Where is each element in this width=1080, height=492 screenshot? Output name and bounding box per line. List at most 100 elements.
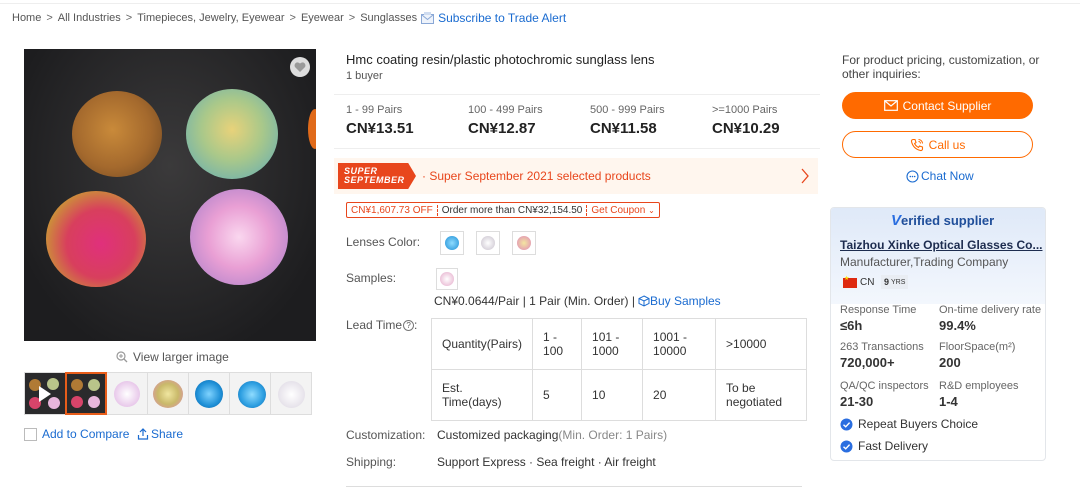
thumbnail-white-lens[interactable]: [270, 372, 312, 415]
get-coupon-button[interactable]: Get Coupon ⌄: [586, 204, 658, 216]
metric-transactions: 263 Transactions 720,000+: [840, 341, 924, 370]
breadcrumb-timepieces[interactable]: Timepieces, Jewelry, Eyewear: [137, 12, 284, 24]
thumb-lens: [71, 396, 83, 408]
quantity-cell: 1001 - 10000: [642, 318, 717, 370]
swatch-lens: [517, 236, 531, 250]
metric-value: 99.4%: [939, 318, 976, 333]
time-header: Est. Time(days): [430, 369, 534, 421]
breadcrumb-eyewear[interactable]: Eyewear: [301, 12, 344, 24]
years-badge: 9 YRS: [881, 275, 909, 289]
metric-label: FloorSpace(m²): [939, 341, 1016, 353]
metric-value: 200: [939, 355, 961, 370]
lead-time-label: Lead Time?:: [346, 318, 417, 332]
share-link[interactable]: Share: [137, 427, 183, 441]
breadcrumb-all-industries[interactable]: All Industries: [58, 12, 121, 24]
coupon-tag[interactable]: CN¥1,607.73 OFF Order more than CN¥32,15…: [346, 202, 660, 218]
quantity-cell: 101 - 1000: [581, 318, 644, 370]
lens-orange-edge-image: [308, 109, 316, 149]
tier-price: CN¥12.87: [468, 120, 536, 137]
lens-amber-image: [72, 91, 162, 177]
chevron-down-icon: ⌄: [648, 205, 655, 215]
metric-label: Response Time: [840, 304, 917, 316]
thumbnail-video[interactable]: [24, 372, 66, 415]
metric-value: 21-30: [840, 394, 874, 409]
thumbnail-main[interactable]: [65, 372, 107, 415]
compare-label: Add to Compare: [42, 427, 130, 441]
call-us-button[interactable]: Call us: [842, 131, 1033, 158]
lens-green-image: [186, 89, 278, 179]
color-swatch-blue[interactable]: [440, 231, 464, 255]
breadcrumb-sunglasses[interactable]: Sunglasses: [360, 12, 417, 24]
sample-swatch[interactable]: [436, 268, 458, 290]
promo-text: · Super September 2021 selected products: [422, 169, 651, 183]
metric-label: On-time delivery rate: [939, 304, 1042, 316]
thumb-lens: [88, 396, 100, 408]
subscribe-trade-alert[interactable]: Subscribe to Trade Alert: [421, 11, 566, 25]
metric-value: 1-4: [939, 394, 958, 409]
verified-supplier-card: Verified supplier Taizhou Xinke Optical …: [830, 207, 1046, 461]
metric-rd-employees: R&D employees 1-4: [939, 380, 1018, 409]
view-larger-image[interactable]: View larger image: [116, 350, 229, 364]
favorite-heart-icon[interactable]: [290, 57, 310, 77]
thumbnail-pink-lens[interactable]: [106, 372, 148, 415]
price-tier: 1 - 99 Pairs CN¥13.51: [346, 104, 468, 137]
price-tier: 500 - 999 Pairs CN¥11.58: [590, 104, 712, 137]
metric-label: 263 Transactions: [840, 341, 924, 353]
metric-value: ≤6h: [840, 318, 863, 333]
chevron-right-icon: [801, 168, 809, 184]
product-title: Hmc coating resin/plastic photochromic s…: [346, 52, 655, 67]
breadcrumb-separator: >: [348, 12, 356, 24]
tier-quantity: >=1000 Pairs: [712, 104, 778, 116]
price-tier: >=1000 Pairs CN¥10.29: [712, 104, 834, 137]
lead-time-table: Quantity(Pairs) 1 - 100 101 - 1000 1001 …: [430, 318, 808, 421]
add-to-compare[interactable]: Add to Compare: [24, 427, 129, 441]
buyer-count: 1 buyer: [346, 70, 383, 82]
tier-price: CN¥11.58: [590, 120, 657, 137]
samples-label: Samples:: [346, 271, 397, 285]
verified-v-logo: V: [891, 211, 902, 229]
customization-value: Customized packaging(Min. Order: 1 Pairs…: [437, 428, 667, 442]
cube-icon: [638, 295, 650, 307]
breadcrumb-separator: >: [289, 12, 296, 24]
feature-fast-delivery: Fast Delivery: [840, 439, 928, 453]
lens-pink-image: [190, 189, 288, 285]
thumbnail-strip: [24, 372, 312, 415]
thumb-lens: [71, 379, 83, 391]
subscribe-label: Subscribe to Trade Alert: [438, 11, 567, 25]
chat-now-link[interactable]: Chat Now: [906, 169, 974, 183]
feature-label: Repeat Buyers Choice: [858, 417, 979, 431]
customization-note: (Min. Order: 1 Pairs): [558, 428, 668, 442]
color-swatch-white[interactable]: [476, 231, 500, 255]
metric-label: R&D employees: [939, 380, 1019, 392]
thumbnail-blue-lens[interactable]: [188, 372, 230, 415]
verified-supplier-badge[interactable]: Verified supplier: [887, 211, 998, 229]
breadcrumb-home[interactable]: Home: [12, 12, 41, 24]
main-product-image[interactable]: [24, 49, 316, 341]
promo-banner[interactable]: SUPER SEPTEMBER · Super September 2021 s…: [334, 158, 818, 194]
compare-checkbox[interactable]: [24, 427, 37, 441]
buy-samples-link[interactable]: Buy Samples: [638, 294, 721, 308]
thumbnail-blue-lens-2[interactable]: [229, 372, 271, 415]
buy-samples-label: Buy Samples: [649, 294, 721, 308]
swatch-lens: [445, 236, 459, 250]
color-swatch-pink[interactable]: [512, 231, 536, 255]
thumb-lens: [238, 381, 266, 408]
get-coupon-label: Get Coupon: [591, 204, 646, 216]
lenses-color-label: Lenses Color:: [346, 235, 421, 249]
play-icon: [39, 386, 51, 402]
breadcrumb: Home > All Industries > Timepieces, Jewe…: [12, 11, 566, 25]
lens-pink-gold-image: [46, 191, 146, 287]
top-divider: [0, 0, 1080, 4]
inquiry-text: For product pricing, customization, or o…: [842, 53, 1040, 81]
feature-label: Fast Delivery: [858, 439, 929, 453]
contact-supplier-button[interactable]: Contact Supplier: [842, 92, 1033, 119]
company-name-link[interactable]: Taizhou Xinke Optical Glasses Co...: [840, 238, 1043, 252]
time-cell: 10: [581, 369, 644, 421]
view-larger-label: View larger image: [133, 350, 229, 364]
customization-text: Customized packaging: [437, 428, 559, 442]
info-icon[interactable]: ?: [403, 320, 415, 331]
thumbnail-gold-lens[interactable]: [147, 372, 189, 415]
customization-label: Customization:: [346, 428, 426, 442]
metric-value: 720,000+: [840, 355, 895, 370]
mail-alert-icon: [421, 12, 435, 24]
